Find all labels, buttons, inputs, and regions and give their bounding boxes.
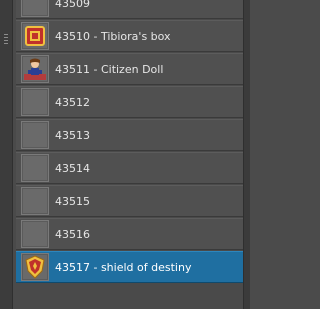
item-label: 43513 — [55, 128, 90, 142]
item-label: 43517 - shield of destiny — [55, 260, 192, 274]
list-item[interactable]: 43510 - Tibiora's box — [16, 20, 244, 52]
red-box-icon — [21, 22, 49, 50]
item-label: 43515 — [55, 194, 90, 208]
list-item[interactable]: 43512 — [16, 86, 244, 118]
drag-grip-icon[interactable] — [4, 34, 8, 46]
right-border — [243, 0, 250, 309]
empty-thumbnail-icon — [21, 121, 49, 149]
item-list: 43509 43510 - Tibiora's box 43511 - Citi… — [16, 0, 244, 284]
item-label: 43512 — [55, 95, 90, 109]
item-label: 43516 — [55, 227, 90, 241]
empty-thumbnail-icon — [21, 187, 49, 215]
item-label: 43509 — [55, 0, 90, 10]
list-item[interactable]: 43509 — [16, 0, 244, 19]
item-label: 43511 - Citizen Doll — [55, 62, 164, 76]
list-item[interactable]: 43515 — [16, 185, 244, 217]
empty-thumbnail-icon — [21, 0, 49, 17]
shield-icon — [21, 253, 49, 281]
citizen-doll-icon — [21, 55, 49, 83]
item-list-panel: 43509 43510 - Tibiora's box 43511 - Citi… — [0, 0, 250, 309]
item-label: 43514 — [55, 161, 90, 175]
left-drag-strip[interactable] — [0, 0, 13, 309]
empty-thumbnail-icon — [21, 154, 49, 182]
list-item[interactable]: 43514 — [16, 152, 244, 184]
list-item[interactable]: 43513 — [16, 119, 244, 151]
list-item[interactable]: 43511 - Citizen Doll — [16, 53, 244, 85]
list-item[interactable]: 43516 — [16, 218, 244, 250]
empty-thumbnail-icon — [21, 220, 49, 248]
empty-thumbnail-icon — [21, 88, 49, 116]
list-item-selected[interactable]: 43517 - shield of destiny — [16, 251, 244, 283]
item-label: 43510 - Tibiora's box — [55, 29, 171, 43]
